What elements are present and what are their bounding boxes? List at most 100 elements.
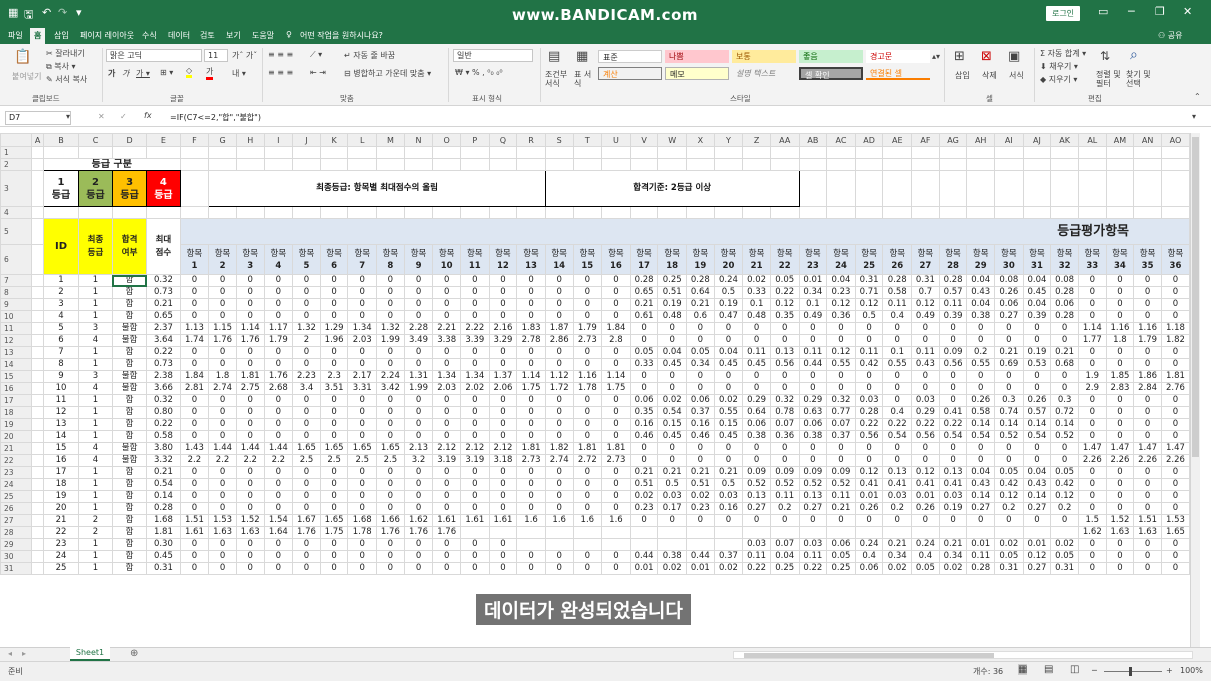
score-cell[interactable]: 1.52: [235, 514, 265, 527]
tab-insert[interactable]: 삽입: [54, 30, 69, 41]
score-cell[interactable]: 0.55: [882, 358, 913, 371]
score-cell[interactable]: [911, 526, 940, 539]
cell[interactable]: [882, 158, 913, 171]
score-cell[interactable]: 0.14: [1022, 490, 1052, 503]
row-header[interactable]: 22: [0, 454, 33, 467]
score-cell[interactable]: 0.24: [854, 538, 884, 551]
score-cell[interactable]: 0: [1133, 358, 1162, 371]
score-cell[interactable]: 0: [1077, 502, 1107, 515]
score-cell[interactable]: 0: [1160, 346, 1190, 359]
score-cell[interactable]: 0.26: [1022, 394, 1052, 407]
score-cell[interactable]: 0: [516, 430, 546, 443]
score-cell[interactable]: 2.72: [572, 454, 603, 467]
score-cell[interactable]: 0: [376, 274, 405, 287]
score-cell[interactable]: 0: [263, 286, 294, 299]
final-grade-cell[interactable]: 1: [78, 418, 113, 431]
score-cell[interactable]: 0: [769, 334, 800, 347]
score-cell[interactable]: 1.75: [516, 382, 546, 395]
score-cell[interactable]: 0: [292, 550, 321, 563]
score-cell[interactable]: 0: [235, 346, 265, 359]
close-icon[interactable]: ✕: [1183, 5, 1192, 18]
score-cell[interactable]: 0.04: [826, 274, 856, 287]
score-cell[interactable]: 0.28: [686, 274, 715, 287]
score-cell[interactable]: 1.12: [544, 370, 574, 383]
cell[interactable]: [488, 146, 518, 159]
score-cell[interactable]: 0: [179, 490, 210, 503]
score-cell[interactable]: 0: [938, 322, 968, 335]
score-cell[interactable]: 0.36: [769, 430, 800, 443]
item-header[interactable]: 항목 33: [1077, 244, 1107, 275]
score-cell[interactable]: 3.49: [403, 334, 434, 347]
score-cell[interactable]: 2.12: [432, 442, 461, 455]
score-cell[interactable]: 0: [488, 430, 518, 443]
score-cell[interactable]: 0: [516, 502, 546, 515]
score-cell[interactable]: 0: [572, 550, 603, 563]
score-cell[interactable]: 0: [432, 502, 461, 515]
score-cell[interactable]: 0.13: [938, 466, 968, 479]
score-cell[interactable]: 0: [376, 538, 405, 551]
score-cell[interactable]: 0.2: [1050, 502, 1079, 515]
cell[interactable]: [1160, 206, 1190, 219]
score-cell[interactable]: 2.9: [1077, 382, 1107, 395]
score-cell[interactable]: 0: [376, 358, 405, 371]
final-grade-cell[interactable]: 4: [78, 382, 113, 395]
score-cell[interactable]: 1.13: [179, 322, 210, 335]
pass-cell[interactable]: 불합: [111, 370, 148, 383]
score-cell[interactable]: 0: [742, 322, 771, 335]
score-cell[interactable]: 0: [911, 454, 940, 467]
score-cell[interactable]: 0: [686, 334, 715, 347]
zoom-slider-thumb[interactable]: [1129, 667, 1132, 676]
column-header-F[interactable]: F: [179, 133, 210, 147]
score-cell[interactable]: 0: [1022, 382, 1052, 395]
cell[interactable]: [347, 158, 378, 171]
score-cell[interactable]: 0.21: [994, 346, 1024, 359]
row-header[interactable]: 30: [0, 550, 33, 563]
score-cell[interactable]: 0.09: [742, 466, 771, 479]
score-cell[interactable]: [572, 538, 603, 551]
score-cell[interactable]: 1.18: [1160, 322, 1190, 335]
score-cell[interactable]: 0.26: [966, 394, 996, 407]
pass-cell[interactable]: 불합: [111, 442, 148, 455]
score-cell[interactable]: 1.81: [516, 442, 546, 455]
score-cell[interactable]: 0.02: [657, 394, 687, 407]
banner-final-grade[interactable]: 최종등급: 항목별 최대점수의 올림: [208, 170, 546, 207]
max-score-cell[interactable]: 3.66: [146, 382, 181, 395]
score-cell[interactable]: 0: [179, 502, 210, 515]
score-cell[interactable]: 0: [319, 490, 349, 503]
score-cell[interactable]: 0.3: [1050, 394, 1079, 407]
item-header[interactable]: 항목 31: [1022, 244, 1052, 275]
banner-pass-criteria[interactable]: 합격기준: 2등급 이상: [544, 170, 800, 207]
item-header[interactable]: 항목 17: [629, 244, 659, 275]
score-cell[interactable]: 0: [208, 418, 237, 431]
number-format-select[interactable]: 일반: [453, 49, 533, 62]
score-cell[interactable]: 0: [347, 346, 378, 359]
score-cell[interactable]: 0: [432, 478, 461, 491]
column-header-AK[interactable]: AK: [1050, 133, 1079, 147]
score-cell[interactable]: 0.6: [686, 310, 715, 323]
score-cell[interactable]: 0: [432, 394, 461, 407]
score-cell[interactable]: 0.52: [994, 430, 1024, 443]
score-cell[interactable]: 2.03: [347, 334, 378, 347]
score-cell[interactable]: 0: [347, 394, 378, 407]
score-cell[interactable]: 0: [1077, 550, 1107, 563]
score-cell[interactable]: 0.54: [938, 430, 968, 443]
score-cell[interactable]: 0: [1160, 418, 1190, 431]
score-cell[interactable]: 0.27: [1022, 502, 1052, 515]
score-cell[interactable]: 0: [488, 562, 518, 575]
cell[interactable]: [572, 146, 603, 159]
column-header-V[interactable]: V: [629, 133, 659, 147]
score-cell[interactable]: 1.8: [208, 370, 237, 383]
score-cell[interactable]: 0.5: [657, 478, 687, 491]
score-cell[interactable]: 0: [826, 442, 856, 455]
pass-cell[interactable]: 불합: [111, 454, 148, 467]
score-cell[interactable]: 0: [1160, 286, 1190, 299]
score-cell[interactable]: 0: [208, 478, 237, 491]
wrap-text-button[interactable]: ↵ 자동 줄 바꿈: [344, 50, 395, 61]
score-cell[interactable]: 0.34: [938, 550, 968, 563]
score-cell[interactable]: 0.12: [826, 346, 856, 359]
score-cell[interactable]: [601, 526, 631, 539]
score-cell[interactable]: 0: [208, 538, 237, 551]
cell[interactable]: [376, 146, 405, 159]
final-grade-cell[interactable]: 1: [78, 430, 113, 443]
border-icon[interactable]: ⊞ ▾: [160, 68, 173, 77]
